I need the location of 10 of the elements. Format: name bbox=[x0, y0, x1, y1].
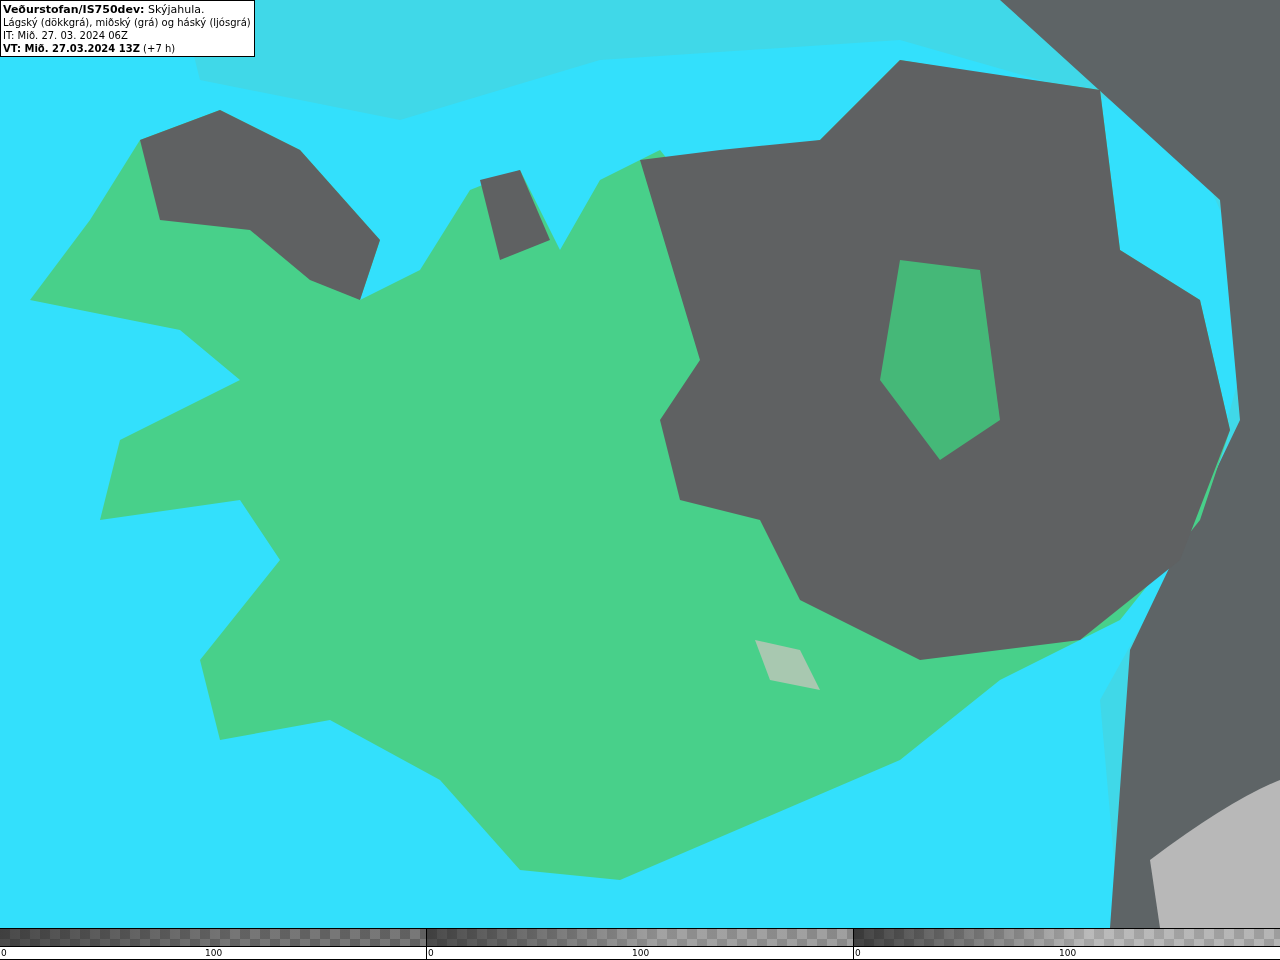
scale-label: 0 bbox=[428, 946, 434, 959]
scale-label: 0 bbox=[1, 946, 7, 959]
info-text: Lágský (dökkgrá), miðský (grá) og háský (ljósgrá) bbox=[3, 16, 251, 29]
scale-label: 100 bbox=[632, 946, 650, 959]
scale-label: 0 bbox=[855, 946, 861, 959]
map-title: Veðurstofan/IS750dev: Skýjahula. bbox=[3, 3, 206, 16]
info-text: IT: Mið. 27. 03. 2024 06Z bbox=[3, 29, 129, 42]
scale-label: 100 bbox=[205, 946, 223, 959]
scale-label: 100 bbox=[1059, 946, 1077, 959]
info-text: VT: Mið. 27.03.2024 13Z (+7 h) bbox=[3, 42, 177, 55]
